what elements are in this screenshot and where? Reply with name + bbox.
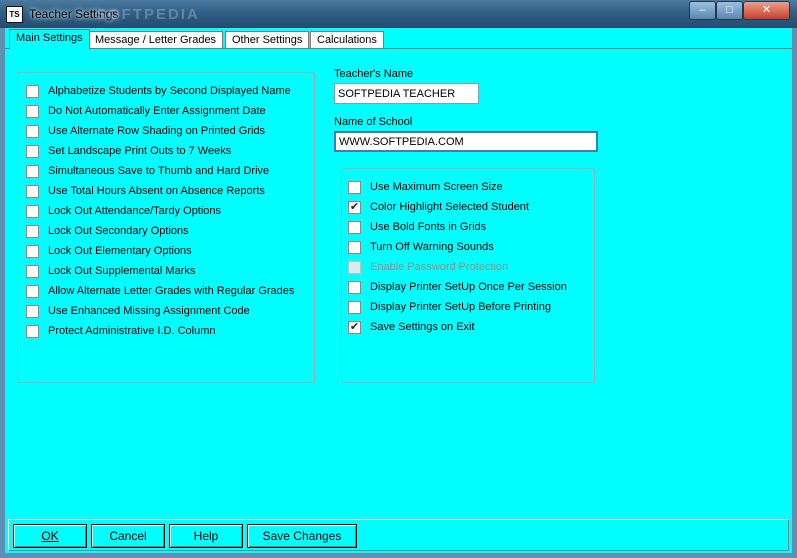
ok-label: OK [41, 529, 59, 543]
checkbox-row[interactable]: Display Printer SetUp Before Printing [348, 299, 551, 315]
school-name-input[interactable] [334, 131, 598, 152]
checkbox-row[interactable]: Protect Administrative I.D. Column [26, 323, 216, 339]
teacher-name-input[interactable] [334, 83, 479, 104]
tab-strip: Main Settings Message / Letter Grades Ot… [5, 28, 792, 49]
checkbox-row[interactable]: Simultaneous Save to Thumb and Hard Driv… [26, 163, 269, 179]
checkbox-label: Turn Off Warning Sounds [370, 241, 494, 253]
checkbox[interactable] [26, 224, 39, 238]
checkbox[interactable] [26, 184, 39, 198]
teacher-name-label: Teacher's Name [334, 68, 414, 80]
cancel-button[interactable]: Cancel [91, 524, 165, 548]
maximize-icon[interactable]: □ [716, 1, 743, 20]
checkbox-label: Use Bold Fonts in Grids [370, 221, 487, 233]
checkbox[interactable] [348, 280, 361, 294]
checkbox[interactable] [26, 204, 39, 218]
checkbox [348, 260, 361, 274]
dialog-client-area: Main Settings Message / Letter Grades Ot… [5, 28, 792, 553]
tab-label: Other Settings [232, 34, 303, 46]
checkbox-label: Simultaneous Save to Thumb and Hard Driv… [48, 165, 270, 177]
checkbox-label: Alphabetize Students by Second Displayed… [48, 85, 291, 97]
checkbox[interactable] [348, 220, 361, 234]
checkbox-label: Protect Administrative I.D. Column [48, 325, 216, 337]
checkbox-row[interactable]: Lock Out Secondary Options [26, 223, 189, 239]
title-bar[interactable]: TS Teacher Settings SOFTPEDIA – □ ✕ [0, 0, 797, 28]
checkbox[interactable] [26, 144, 39, 158]
main-settings-page: Alphabetize Students by Second Displayed… [5, 48, 792, 518]
checkbox-row[interactable]: Lock Out Elementary Options [26, 243, 192, 259]
checkbox-label: Display Printer SetUp Once Per Session [370, 281, 567, 293]
checkbox-row[interactable]: Use Alternate Row Shading on Printed Gri… [26, 123, 265, 139]
checkbox-label: Lock Out Supplemental Marks [48, 265, 196, 277]
checkbox-label: Use Enhanced Missing Assignment Code [48, 305, 250, 317]
checkbox-label: Display Printer SetUp Before Printing [370, 301, 551, 313]
checkbox-label: Color Highlight Selected Student [370, 201, 529, 213]
checkbox-row[interactable]: Lock Out Attendance/Tardy Options [26, 203, 221, 219]
help-button[interactable]: Help [169, 524, 243, 548]
checkbox[interactable] [26, 124, 39, 138]
checkbox-checked[interactable]: ✔ [348, 320, 361, 334]
checkbox[interactable] [348, 240, 361, 254]
help-label: Help [193, 529, 219, 543]
cancel-label: Cancel [109, 529, 147, 543]
checkbox[interactable] [26, 104, 39, 118]
app-icon: TS [6, 6, 23, 23]
checkbox-row[interactable]: Use Maximum Screen Size [348, 179, 503, 195]
checkbox-label: Lock Out Secondary Options [48, 225, 189, 237]
tab-main-settings[interactable]: Main Settings [9, 29, 90, 49]
checkbox-label: Enable Password Protection [370, 261, 509, 273]
checkbox-row: Enable Password Protection [348, 259, 508, 275]
minimize-icon[interactable]: – [689, 1, 716, 20]
checkbox[interactable] [26, 164, 39, 178]
checkbox-label: Use Total Hours Absent on Absence Report… [48, 185, 265, 197]
checkbox-row[interactable]: Turn Off Warning Sounds [348, 239, 494, 255]
checkbox[interactable] [26, 244, 39, 258]
checkbox-row[interactable]: Do Not Automatically Enter Assignment Da… [26, 103, 266, 119]
checkbox-row[interactable]: ✔ Color Highlight Selected Student [348, 199, 529, 215]
checkbox-label: Set Landscape Print Outs to 7 Weeks [48, 145, 232, 157]
checkbox[interactable] [348, 180, 361, 194]
checkbox-row[interactable]: Display Printer SetUp Once Per Session [348, 279, 567, 295]
close-icon[interactable]: ✕ [743, 1, 790, 20]
tab-label: Calculations [317, 34, 377, 46]
checkbox-label: Use Maximum Screen Size [370, 181, 503, 193]
checkbox-row[interactable]: Lock Out Supplemental Marks [26, 263, 195, 279]
watermark-text: SOFTPEDIA [96, 6, 200, 23]
checkbox-row[interactable]: Set Landscape Print Outs to 7 Weeks [26, 143, 231, 159]
checkbox-label: Allow Alternate Letter Grades with Regul… [48, 285, 295, 297]
checkbox[interactable] [26, 304, 39, 318]
tab-message-letter-grades[interactable]: Message / Letter Grades [88, 31, 224, 49]
checkbox-row[interactable]: Allow Alternate Letter Grades with Regul… [26, 283, 294, 299]
tab-calculations[interactable]: Calculations [310, 31, 384, 49]
school-name-label: Name of School [334, 116, 413, 128]
checkbox[interactable] [26, 284, 39, 298]
checkbox[interactable] [348, 300, 361, 314]
checkbox-label: Save Settings on Exit [370, 321, 475, 333]
checkbox-label: Use Alternate Row Shading on Printed Gri… [48, 125, 266, 137]
tab-label: Message / Letter Grades [95, 34, 217, 46]
checkbox-row[interactable]: Use Enhanced Missing Assignment Code [26, 303, 250, 319]
tab-label: Main Settings [16, 32, 83, 44]
checkbox[interactable] [26, 324, 39, 338]
save-changes-button[interactable]: Save Changes [247, 524, 357, 548]
checkbox-row[interactable]: Use Total Hours Absent on Absence Report… [26, 183, 265, 199]
checkbox-checked[interactable]: ✔ [348, 200, 361, 214]
tab-other-settings[interactable]: Other Settings [225, 31, 310, 49]
checkbox-row[interactable]: Alphabetize Students by Second Displayed… [26, 83, 291, 99]
button-bar: OK Cancel Help Save Changes [8, 519, 789, 551]
checkbox[interactable] [26, 264, 39, 278]
checkbox-label: Lock Out Attendance/Tardy Options [48, 205, 222, 217]
ok-button[interactable]: OK [13, 524, 87, 548]
checkbox-row[interactable]: ✔ Save Settings on Exit [348, 319, 475, 335]
checkbox-label: Do Not Automatically Enter Assignment Da… [48, 105, 266, 117]
checkbox-label: Lock Out Elementary Options [48, 245, 192, 257]
save-changes-label: Save Changes [262, 529, 342, 543]
teacher-settings-window: TS Teacher Settings SOFTPEDIA – □ ✕ Main… [0, 0, 797, 558]
checkbox[interactable] [26, 84, 39, 98]
checkbox-row[interactable]: Use Bold Fonts in Grids [348, 219, 486, 235]
